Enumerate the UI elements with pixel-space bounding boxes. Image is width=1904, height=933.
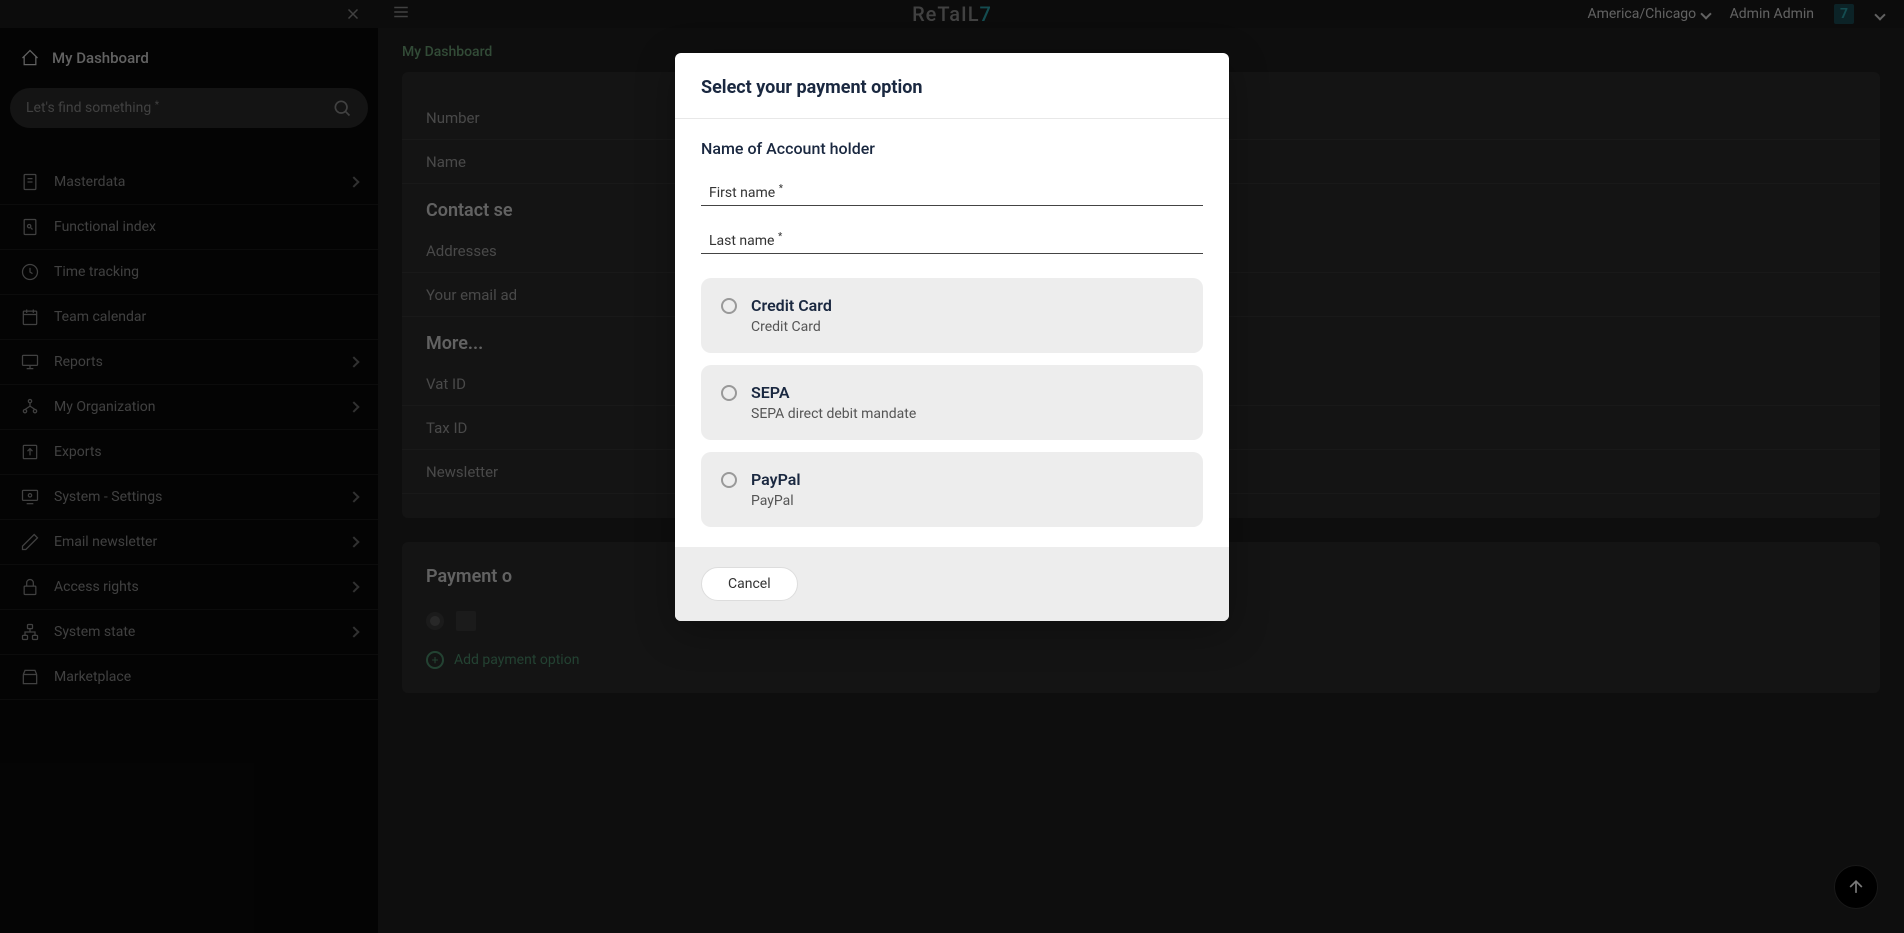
payment-option-name: SEPA	[751, 383, 1183, 402]
payment-option-desc: PayPal	[751, 493, 1183, 509]
payment-option-credit-card[interactable]: Credit Card Credit Card	[701, 278, 1203, 353]
payment-option-name: Credit Card	[751, 296, 1183, 315]
last-name-field[interactable]: Last name *	[701, 230, 1203, 254]
payment-option-paypal[interactable]: PayPal PayPal	[701, 452, 1203, 527]
payment-option-sepa[interactable]: SEPA SEPA direct debit mandate	[701, 365, 1203, 440]
account-holder-label: Name of Account holder	[701, 139, 1203, 158]
first-name-field[interactable]: First name *	[701, 182, 1203, 206]
radio-icon	[721, 298, 737, 314]
payment-option-modal: Select your payment option Name of Accou…	[675, 53, 1229, 621]
payment-option-desc: Credit Card	[751, 319, 1183, 335]
radio-icon	[721, 472, 737, 488]
radio-icon	[721, 385, 737, 401]
payment-option-name: PayPal	[751, 470, 1183, 489]
cancel-button[interactable]: Cancel	[701, 567, 798, 601]
modal-title: Select your payment option	[675, 53, 1229, 119]
payment-option-desc: SEPA direct debit mandate	[751, 406, 1183, 422]
